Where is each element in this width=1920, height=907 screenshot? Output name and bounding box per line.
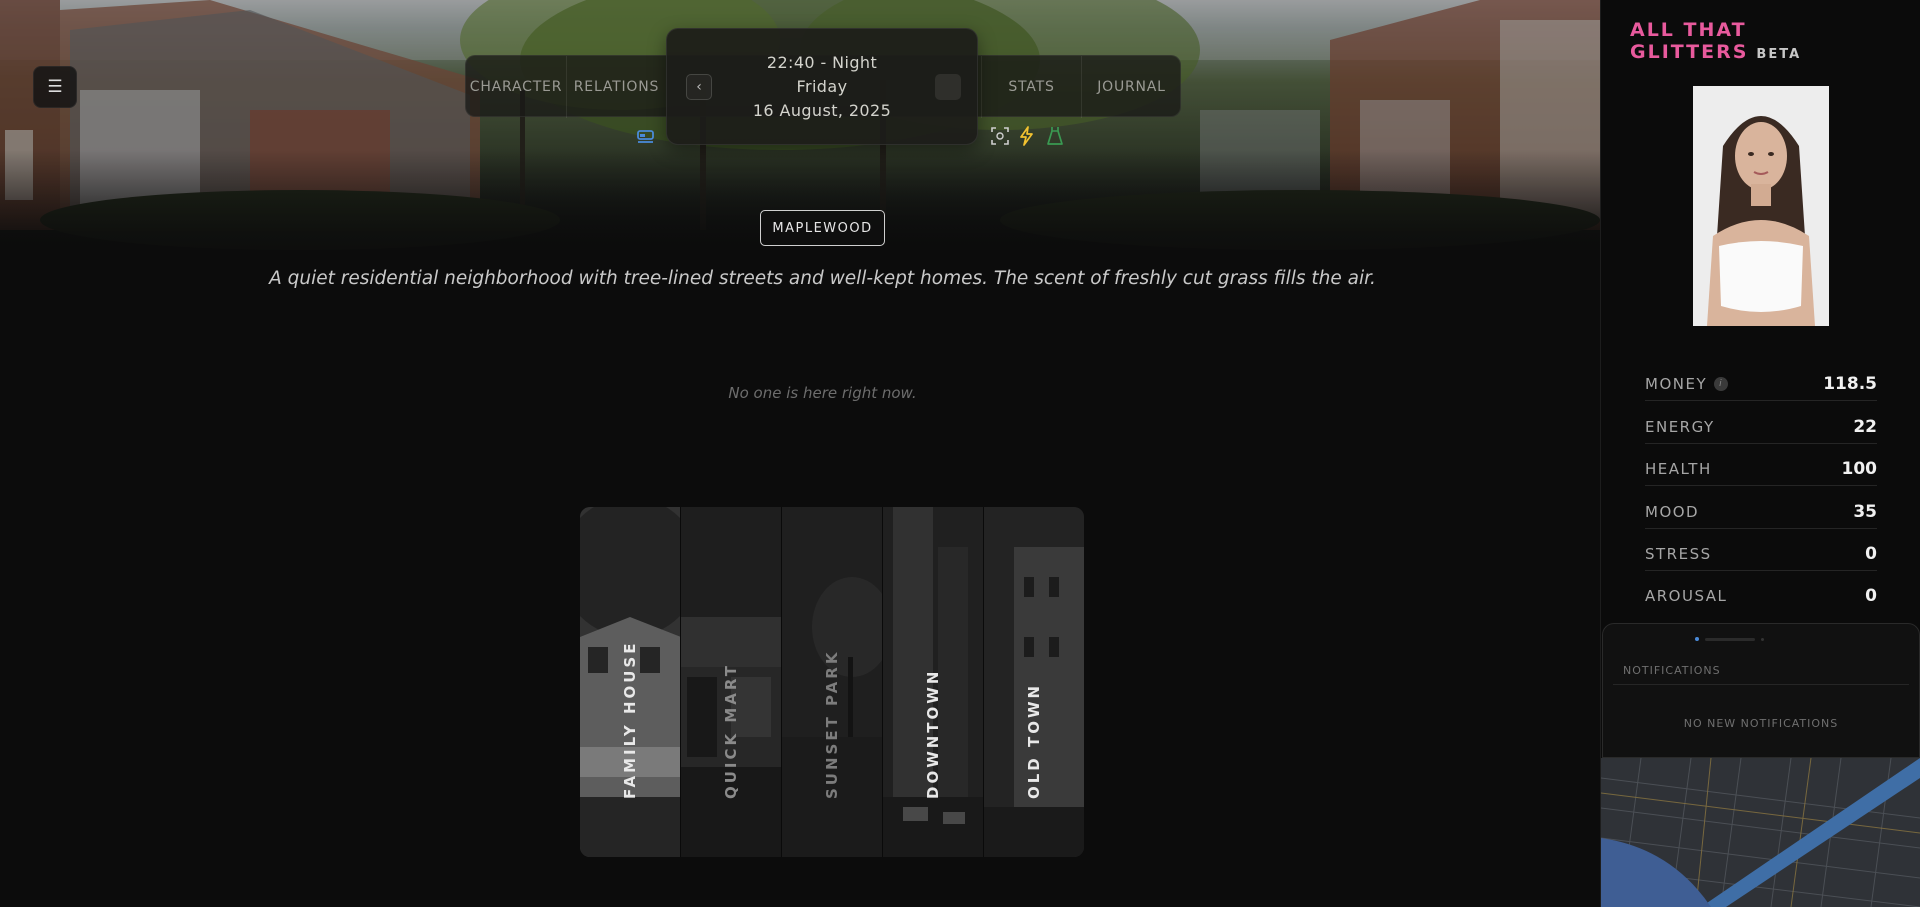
stat-energy: ENERGY 22: [1645, 410, 1877, 444]
stat-value: 118.5: [1823, 373, 1877, 394]
tab-character[interactable]: CHARACTER: [466, 56, 566, 118]
destinations-panel: FAMILY HOUSE QUICK MART SUNSET PARK DOWN…: [580, 507, 1084, 857]
stat-stress: STRESS 0: [1645, 537, 1877, 571]
focus-icon[interactable]: [990, 126, 1010, 146]
pager-dot[interactable]: [1705, 637, 1755, 641]
stat-money: MONEY i 118.5: [1645, 367, 1877, 401]
game-viewport: ☰ CHARACTER RELATIONS STATS JOURNAL ‹ 22…: [0, 0, 1600, 907]
location-name-badge: MAPLEWOOD: [760, 210, 885, 246]
hamburger-icon: ☰: [47, 77, 63, 97]
notifications-empty-text: NO NEW NOTIFICATIONS: [1683, 717, 1839, 730]
destination-label: SUNSET PARK: [823, 649, 841, 799]
bed-icon[interactable]: [636, 126, 656, 146]
stat-value: 22: [1853, 416, 1877, 437]
app-title: ALL THAT GLITTERS BETA: [1630, 19, 1920, 63]
destination-old-town[interactable]: OLD TOWN: [984, 507, 1084, 857]
pager-dot-active[interactable]: [1695, 637, 1699, 641]
notifications-panel: NOTIFICATIONS NO NEW NOTIFICATIONS: [1602, 623, 1920, 758]
stat-label: MONEY: [1645, 374, 1708, 393]
stat-label: AROUSAL: [1645, 587, 1728, 605]
stat-arousal: AROUSAL 0: [1645, 579, 1877, 613]
destination-downtown[interactable]: DOWNTOWN: [883, 507, 984, 857]
date: 16 August, 2025: [752, 101, 892, 120]
pager-dot[interactable]: [1761, 637, 1764, 641]
time-display: ‹ 22:40 - Night Friday 16 August, 2025: [666, 28, 978, 145]
location-name: MAPLEWOOD: [772, 220, 873, 236]
tab-label: RELATIONS: [573, 79, 660, 95]
destination-label: QUICK MART: [722, 662, 740, 799]
weekday: Friday: [796, 77, 848, 96]
stat-value: 35: [1853, 501, 1877, 522]
info-icon[interactable]: i: [1714, 376, 1729, 391]
panel-pager[interactable]: [1695, 636, 1827, 642]
location-description: A quiet residential neighborhood with tr…: [269, 268, 1376, 289]
lightning-icon[interactable]: [1017, 126, 1037, 146]
beta-badge: BETA: [1756, 47, 1802, 62]
destination-sunset-park[interactable]: SUNSET PARK: [782, 507, 883, 857]
divider: [1613, 684, 1909, 685]
stat-label: STRESS: [1645, 544, 1712, 563]
tab-journal[interactable]: JOURNAL: [1081, 56, 1181, 118]
stat-value: 0: [1865, 586, 1877, 606]
destination-label: OLD TOWN: [1025, 682, 1043, 799]
stat-mood: MOOD 35: [1645, 495, 1877, 529]
city-minimap[interactable]: [1601, 758, 1920, 907]
dress-icon[interactable]: [1045, 126, 1065, 146]
tab-relations[interactable]: RELATIONS: [566, 56, 666, 118]
destination-label: FAMILY HOUSE: [621, 640, 639, 799]
tab-label: STATS: [1008, 79, 1055, 95]
stat-health: HEALTH 100: [1645, 452, 1877, 486]
tab-label: CHARACTER: [469, 79, 563, 95]
stat-value: 100: [1841, 458, 1878, 479]
tab-label: JOURNAL: [1097, 79, 1166, 95]
destination-label: DOWNTOWN: [924, 668, 942, 799]
stat-label: ENERGY: [1645, 417, 1715, 436]
stat-label: HEALTH: [1645, 459, 1712, 478]
stat-label: MOOD: [1645, 502, 1700, 521]
menu-button[interactable]: ☰: [33, 66, 77, 108]
destination-family-house[interactable]: FAMILY HOUSE: [580, 507, 681, 857]
brand-name: ALL THAT GLITTERS: [1630, 19, 1749, 63]
destination-quick-mart[interactable]: QUICK MART: [681, 507, 782, 857]
notifications-title: NOTIFICATIONS: [1623, 664, 1721, 677]
occupants-empty-text: No one is here right now.: [728, 384, 917, 402]
time-of-day: 22:40 - Night: [766, 53, 878, 72]
stat-value: 0: [1865, 543, 1877, 564]
character-portrait[interactable]: [1693, 86, 1829, 326]
tab-stats[interactable]: STATS: [981, 56, 1081, 118]
